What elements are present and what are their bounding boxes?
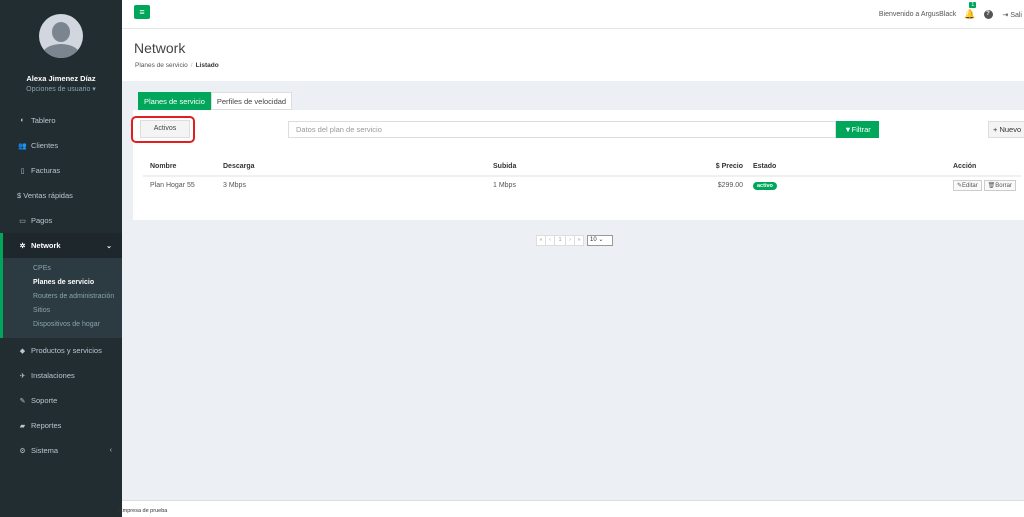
sidebar-item-ventas[interactable]: $ Ventas rápidas bbox=[0, 183, 122, 208]
filter-icon: ▼ bbox=[844, 125, 852, 134]
cell-accion: ✎Editar 🗑Borrar bbox=[903, 176, 1021, 194]
submenu-item-dispositivos[interactable]: Dispositivos de hogar bbox=[3, 318, 122, 332]
cell-nombre: Plan Hogar 55 bbox=[150, 182, 195, 189]
table-header-row: Nombre Descarga Subida $ Precio Estado A… bbox=[143, 158, 1021, 177]
sidebar-item-network[interactable]: ✲ Network ⌄ bbox=[0, 233, 122, 258]
network-submenu: CPEs Planes de servicio Routers de admin… bbox=[0, 258, 122, 338]
chevron-left-icon: ‹ bbox=[109, 447, 112, 454]
user-panel: Alexa Jimenez Díaz Opciones de usuario ▾ bbox=[0, 0, 122, 108]
submenu-item-sitios[interactable]: Sitios bbox=[3, 304, 122, 318]
document-icon: ▯ bbox=[20, 167, 25, 175]
breadcrumb-current: Listado bbox=[195, 62, 219, 69]
sidebar-item-soporte[interactable]: ✎ Soporte bbox=[0, 388, 122, 413]
user-name: Alexa Jimenez Díaz bbox=[26, 74, 96, 83]
breadcrumb-link[interactable]: Planes de servicio bbox=[135, 62, 188, 69]
col-subida[interactable]: Subida bbox=[493, 158, 663, 177]
network-icon: ✲ bbox=[19, 242, 26, 250]
cell-subida: 1 Mbps bbox=[493, 182, 516, 189]
sidebar-item-facturas[interactable]: ▯ Facturas bbox=[0, 158, 122, 183]
sidebar-item-clientes[interactable]: 👥 Clientes bbox=[0, 133, 122, 158]
money-icon: ▭ bbox=[19, 217, 26, 225]
top-right-nav: Bienvenido a ArgusBlack 🔔 1 ? ⇥ Sali bbox=[879, 0, 1024, 29]
chevron-down-icon: ⌄ bbox=[598, 237, 604, 243]
status-badge: activo bbox=[753, 182, 777, 190]
last-page-button[interactable]: » bbox=[574, 235, 584, 246]
list-panel: Activos ▼Filtrar + Nuevo Nombre Descarga… bbox=[133, 110, 1024, 220]
filter-button[interactable]: ▼Filtrar bbox=[836, 121, 879, 138]
sidebar-item-productos[interactable]: ◆ Productos y servicios bbox=[0, 338, 122, 363]
menu-toggle-button[interactable]: ≡ bbox=[134, 5, 150, 19]
col-accion: Acción bbox=[903, 158, 1021, 177]
book-icon: ▰ bbox=[19, 422, 26, 430]
footer-text: Empresa de prueba bbox=[119, 508, 168, 514]
sidebar-item-tablero[interactable]: ◐ Tablero bbox=[0, 108, 122, 133]
highlight-annotation bbox=[131, 116, 195, 143]
bell-icon: 🔔 bbox=[964, 9, 976, 19]
cell-estado: activo bbox=[753, 176, 903, 194]
tabs: Planes de servicio Perfiles de velocidad bbox=[138, 92, 293, 110]
help-icon[interactable]: ? bbox=[983, 10, 993, 19]
logout-link[interactable]: ⇥ Sali bbox=[1003, 11, 1023, 19]
user-options-link[interactable]: Opciones de usuario ▾ bbox=[0, 85, 122, 93]
wrench-icon: ✎ bbox=[19, 397, 26, 405]
avatar bbox=[39, 14, 83, 58]
notification-badge: 1 bbox=[969, 2, 977, 8]
breadcrumb: Planes de servicio / Listado bbox=[135, 62, 219, 69]
sidebar-item-reportes[interactable]: ▰ Reportes bbox=[0, 413, 122, 438]
tag-icon: ◆ bbox=[19, 347, 26, 355]
sidebar-item-pagos[interactable]: ▭ Pagos bbox=[0, 208, 122, 233]
tab-perfiles-velocidad[interactable]: Perfiles de velocidad bbox=[210, 92, 293, 110]
plans-table: Nombre Descarga Subida $ Precio Estado A… bbox=[143, 158, 1021, 194]
notifications-button[interactable]: 🔔 1 bbox=[964, 2, 977, 20]
submenu-item-planes[interactable]: Planes de servicio bbox=[3, 276, 122, 290]
submenu-item-cpes[interactable]: CPEs bbox=[3, 262, 122, 276]
welcome-text: Bienvenido a ArgusBlack bbox=[878, 11, 957, 18]
submenu-item-routers[interactable]: Routers de administración bbox=[3, 290, 122, 304]
content-header: Network Planes de servicio / Listado bbox=[122, 29, 1024, 81]
top-bar: ≡ Bienvenido a ArgusBlack 🔔 1 ? ⇥ Sali bbox=[122, 0, 1024, 29]
table-row: Plan Hogar 55 3 Mbps 1 Mbps $299.00 acti… bbox=[143, 176, 1021, 194]
search-input[interactable] bbox=[288, 121, 836, 138]
col-descarga[interactable]: Descarga bbox=[223, 158, 493, 177]
tab-planes-servicio[interactable]: Planes de servicio bbox=[138, 92, 211, 110]
users-icon: 👥 bbox=[18, 142, 27, 150]
col-precio[interactable]: $ Precio bbox=[663, 158, 753, 177]
dashboard-icon: ◐ bbox=[20, 117, 25, 124]
footer: Empresa de prueba bbox=[119, 500, 1024, 517]
col-estado[interactable]: Estado bbox=[753, 158, 903, 177]
col-nombre[interactable]: Nombre bbox=[143, 158, 223, 177]
pagination: « ‹ 1 › » 10 ⌄ bbox=[536, 235, 613, 246]
sidebar-item-sistema[interactable]: ⚙ Sistema ‹ bbox=[0, 438, 122, 463]
delete-button[interactable]: 🗑Borrar bbox=[983, 180, 1016, 191]
sidebar-menu: ◐ Tablero 👥 Clientes ▯ Facturas $ Ventas rá… bbox=[0, 108, 122, 463]
page-title: Network bbox=[134, 40, 186, 56]
sidebar-item-instalaciones[interactable]: ✈ Instalaciones bbox=[0, 363, 122, 388]
cell-descarga: 3 Mbps bbox=[223, 182, 246, 189]
sidebar: Alexa Jimenez Díaz Opciones de usuario ▾… bbox=[0, 0, 122, 517]
new-button[interactable]: + Nuevo bbox=[988, 121, 1024, 138]
page-size-select[interactable]: 10 ⌄ bbox=[587, 235, 613, 246]
chevron-down-icon: ⌄ bbox=[106, 242, 112, 250]
gears-icon: ⚙ bbox=[19, 447, 26, 455]
cell-precio: $299.00 bbox=[717, 182, 743, 189]
plane-icon: ✈ bbox=[19, 372, 26, 380]
edit-button[interactable]: ✎Editar bbox=[953, 180, 982, 191]
